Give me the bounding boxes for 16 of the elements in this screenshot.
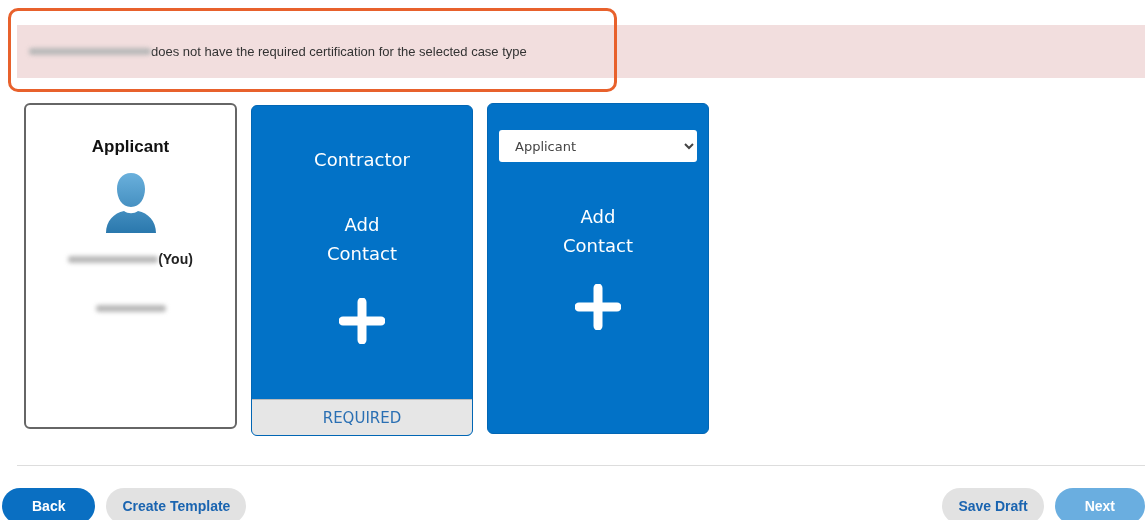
footer-button[interactable]: Create Template [106, 488, 247, 520]
role-title: Contractor [314, 149, 410, 170]
add-contact-label: Add Contact [562, 205, 634, 258]
add-contact-label: Add Contact [326, 213, 398, 266]
footer-button[interactable]: Save Draft [942, 488, 1044, 520]
required-label: REQUIRED [252, 399, 472, 435]
contact-card[interactable]: Contractor Add Contact REQUIRED [251, 105, 473, 436]
card-title: Applicant [91, 137, 170, 157]
plus-icon[interactable] [339, 298, 385, 344]
redacted-detail [95, 305, 166, 312]
contact-card[interactable]: Applicant Add Contact [487, 103, 709, 434]
role-select[interactable]: Applicant [499, 130, 697, 162]
footer-button[interactable]: Back [2, 488, 96, 520]
alert-message: does not have the required certification for the selected case type [151, 44, 527, 59]
plus-icon[interactable] [575, 284, 621, 330]
you-label: (You) [158, 251, 193, 267]
